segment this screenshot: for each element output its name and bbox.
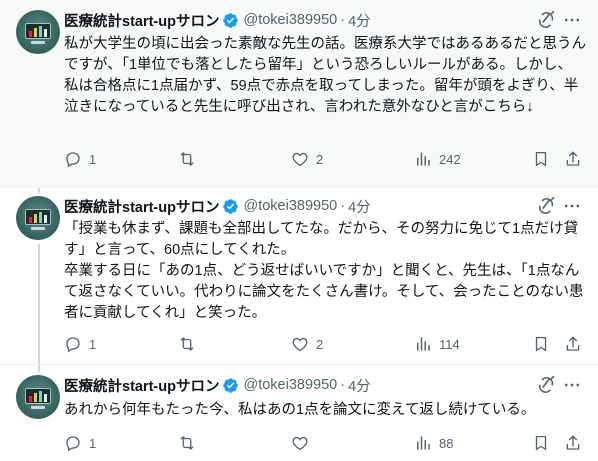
tweet-header: 医療統計start-upサロン @tokei389950 · 4分	[64, 196, 371, 216]
avatar[interactable]	[16, 10, 60, 54]
reply-button[interactable]: 1	[64, 334, 96, 354]
author-name[interactable]: 医療統計start-upサロン	[64, 375, 219, 396]
author-handle[interactable]: @tokei389950	[243, 377, 337, 393]
like-icon	[292, 152, 308, 167]
tweet[interactable]: 医療統計start-upサロン @tokei389950 · 4分 「授業も休ま…	[0, 187, 598, 364]
like-count: 2	[316, 151, 324, 167]
views-count: 114	[439, 336, 460, 352]
reply-icon	[66, 436, 80, 452]
like-count: 2	[316, 336, 324, 352]
more-icon[interactable]	[562, 196, 582, 216]
timestamp[interactable]: 4分	[348, 196, 371, 217]
separator-dot: ·	[340, 12, 346, 28]
tweet-text: あれから何年もたった今、私はあの1点を論文に変えて返し続けている。	[64, 402, 536, 418]
verified-badge-icon	[223, 377, 239, 393]
tweet-header: 医療統計start-upサロン @tokei389950 · 4分	[64, 375, 371, 395]
bookmark-button[interactable]	[532, 433, 550, 453]
author-handle[interactable]: @tokei389950	[243, 12, 337, 28]
bookmark-icon	[535, 435, 547, 451]
author-name[interactable]: 医療統計start-upサロン	[64, 196, 219, 217]
tweet-actions: 1 2 242	[60, 149, 590, 169]
retweet-icon	[180, 337, 194, 351]
reply-count: 1	[89, 336, 97, 352]
share-icon	[566, 435, 580, 450]
tweet-actions: 1 88	[60, 433, 590, 453]
tweet[interactable]: 医療統計start-upサロン @tokei389950 · 4分 私が大学生の…	[0, 0, 598, 187]
grok-icon[interactable]	[536, 10, 556, 30]
verified-badge-icon	[223, 12, 239, 28]
share-icon	[566, 336, 580, 351]
separator-dot: ·	[340, 377, 346, 393]
views-count: 242	[439, 151, 461, 167]
avatar[interactable]	[16, 196, 60, 240]
like-icon	[292, 337, 308, 352]
tweet[interactable]: 医療統計start-upサロン @tokei389950 · 4分 あれから何年…	[0, 364, 598, 461]
like-icon	[292, 436, 308, 451]
share-button[interactable]	[564, 334, 582, 354]
like-button[interactable]: 2	[291, 149, 323, 169]
retweet-icon	[180, 152, 194, 166]
views-count: 88	[439, 435, 454, 451]
retweet-icon	[180, 436, 194, 450]
author-name[interactable]: 医療統計start-upサロン	[64, 10, 219, 31]
share-button[interactable]	[564, 433, 582, 453]
reply-icon	[66, 337, 80, 353]
timestamp[interactable]: 4分	[348, 10, 371, 31]
views-icon	[417, 436, 430, 450]
like-button[interactable]	[291, 433, 316, 453]
grok-icon[interactable]	[536, 196, 556, 216]
like-button[interactable]: 2	[291, 334, 323, 354]
reply-count: 1	[89, 435, 97, 451]
bookmark-button[interactable]	[532, 334, 550, 354]
views-icon	[417, 152, 430, 166]
tweet-header: 医療統計start-upサロン @tokei389950 · 4分	[64, 10, 371, 30]
more-icon[interactable]	[562, 10, 582, 30]
share-button[interactable]	[564, 149, 582, 169]
reply-button[interactable]: 1	[64, 433, 96, 453]
retweet-button[interactable]	[178, 433, 203, 453]
tweet-text: 「授業も休まず、課題も全部出してたな。だから、その努力に免じて1点だけ貸す」と言…	[64, 221, 584, 321]
reply-icon	[66, 152, 80, 168]
views-button[interactable]: 242	[414, 149, 461, 169]
views-button[interactable]: 114	[414, 334, 460, 354]
views-button[interactable]: 88	[414, 433, 453, 453]
views-icon	[417, 337, 430, 351]
retweet-button[interactable]	[178, 149, 203, 169]
grok-icon[interactable]	[536, 375, 556, 395]
retweet-button[interactable]	[178, 334, 203, 354]
author-handle[interactable]: @tokei389950	[243, 198, 337, 214]
reply-button[interactable]: 1	[64, 149, 96, 169]
more-icon[interactable]	[562, 375, 582, 395]
share-icon	[566, 151, 580, 166]
verified-badge-icon	[223, 198, 239, 214]
bookmark-icon	[535, 151, 547, 167]
tweet-text: 私が大学生の頃に出会った素敵な先生の話。医療系大学ではあるあるだと思うんですが、…	[64, 36, 586, 115]
avatar[interactable]	[16, 375, 60, 419]
bookmark-icon	[535, 336, 547, 352]
timestamp[interactable]: 4分	[348, 375, 371, 396]
bookmark-button[interactable]	[532, 149, 550, 169]
reply-count: 1	[89, 151, 97, 167]
separator-dot: ·	[340, 198, 346, 214]
tweet-actions: 1 2 114	[60, 334, 590, 354]
